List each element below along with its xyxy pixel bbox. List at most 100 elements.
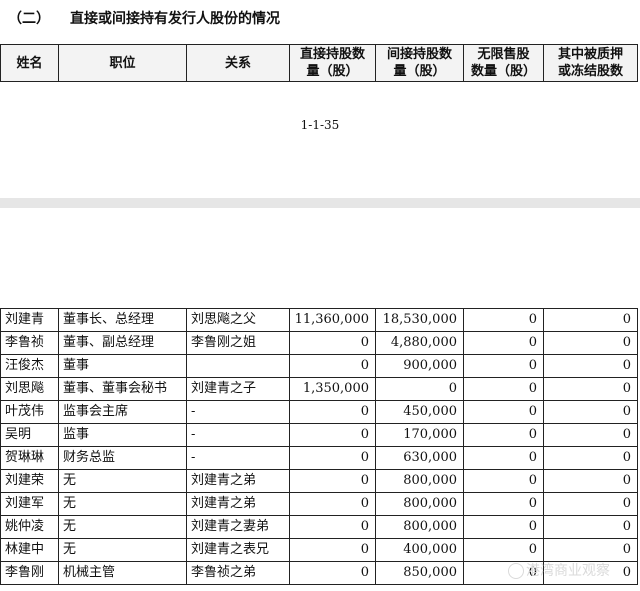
cell-pledged-shares: 0 xyxy=(543,331,638,355)
page-break-band xyxy=(0,198,640,208)
cell-unrestricted-shares: 0 xyxy=(463,538,544,562)
header-relation: 关系 xyxy=(186,44,290,82)
watermark-text: 港湾商业观察 xyxy=(526,563,610,579)
table-row: 叶茂伟 监事会主席 -0 450,000 0 0 xyxy=(0,400,638,424)
table-row: 刘思飚 董事、董事会秘书 刘建青之子 1,350,000 0 0 0 xyxy=(0,377,638,401)
cell-indirect-shares: 400,000 xyxy=(375,538,464,562)
cell-position: 机械主管 xyxy=(58,561,187,585)
cell-unrestricted-shares: 0 xyxy=(463,308,544,332)
shareholding-table: 刘建青 董事长、总经理 刘思飚之父 11,360,000 18,530,000 0 0 李鲁祯… xyxy=(0,308,638,585)
table-row: 刘建军无刘建青之弟 0 800,000 0 0 xyxy=(0,492,638,516)
cell-direct-shares: 11,360,000 xyxy=(289,308,376,332)
cell-unrestricted-shares: 0 xyxy=(463,354,544,378)
cell-name: 李鲁刚 xyxy=(0,561,59,585)
cell-relation: 刘建青之妻弟 xyxy=(186,515,290,539)
cell-direct-shares: 0 xyxy=(289,469,376,493)
cell-name: 刘建军 xyxy=(0,492,59,516)
cell-direct-shares: 0 xyxy=(289,538,376,562)
table-row: 刘建荣无刘建青之弟 0 800,000 0 0 xyxy=(0,469,638,493)
header-pledged-shares: 其中被质押 或冻结股数 xyxy=(543,44,638,82)
cell-direct-shares: 0 xyxy=(289,423,376,447)
cell-relation: 刘思飚之父 xyxy=(186,308,290,332)
cell-indirect-shares: 18,530,000 xyxy=(375,308,464,332)
cell-unrestricted-shares: 0 xyxy=(463,446,544,470)
header-indirect-shares: 间接持股数 量（股） xyxy=(375,44,464,82)
cell-position: 董事 xyxy=(58,354,187,378)
cell-unrestricted-shares: 0 xyxy=(463,331,544,355)
table-row: 汪俊杰 董事 0 900,000 0 0 xyxy=(0,354,638,378)
cell-indirect-shares: 450,000 xyxy=(375,400,464,424)
cell-direct-shares: 0 xyxy=(289,331,376,355)
cell-position: 董事长、总经理 xyxy=(58,308,187,332)
header-direct-shares: 直接持股数 量（股） xyxy=(289,44,376,82)
cell-pledged-shares: 0 xyxy=(543,538,638,562)
cell-direct-shares: 0 xyxy=(289,515,376,539)
header-row: 姓名 职位 关系 直接持股数 量（股） 间接持股数 量（股） 无限售股 数量（股） 其… xyxy=(0,44,638,82)
cell-name: 李鲁祯 xyxy=(0,331,59,355)
cell-relation xyxy=(186,354,290,378)
cell-unrestricted-shares: 0 xyxy=(463,377,544,401)
cell-position: 监事会主席 xyxy=(58,400,187,424)
cell-pledged-shares: 0 xyxy=(543,423,638,447)
cell-name: 汪俊杰 xyxy=(0,354,59,378)
cell-position: 无 xyxy=(58,469,187,493)
cell-pledged-shares: 0 xyxy=(543,469,638,493)
cell-relation: 李鲁祯之弟 xyxy=(186,561,290,585)
cell-relation: - xyxy=(186,446,290,470)
watermark-logo-icon xyxy=(508,563,524,579)
cell-pledged-shares: 0 xyxy=(543,492,638,516)
cell-indirect-shares: 0 xyxy=(375,377,464,401)
cell-position: 董事、董事会秘书 xyxy=(58,377,187,401)
cell-indirect-shares: 630,000 xyxy=(375,446,464,470)
cell-relation: 刘建青之弟 xyxy=(186,469,290,493)
cell-unrestricted-shares: 0 xyxy=(463,515,544,539)
cell-pledged-shares: 0 xyxy=(543,354,638,378)
cell-position: 无 xyxy=(58,515,187,539)
cell-indirect-shares: 850,000 xyxy=(375,561,464,585)
section-heading: 直接或间接持有发行人股份的情况 xyxy=(70,11,280,27)
cell-position: 董事、副总经理 xyxy=(58,331,187,355)
cell-relation: 李鲁刚之姐 xyxy=(186,331,290,355)
cell-name: 贺琳琳 xyxy=(0,446,59,470)
cell-name: 林建中 xyxy=(0,538,59,562)
cell-relation: 刘建青之子 xyxy=(186,377,290,401)
cell-name: 吴明 xyxy=(0,423,59,447)
cell-indirect-shares: 800,000 xyxy=(375,515,464,539)
section-title: （二） 直接或间接持有发行人股份的情况 xyxy=(8,8,280,28)
page-number: 1-1-35 xyxy=(300,118,340,132)
cell-pledged-shares: 0 xyxy=(543,446,638,470)
table-row: 贺琳琳 财务总监 -0 630,000 0 0 xyxy=(0,446,638,470)
cell-relation: - xyxy=(186,400,290,424)
cell-pledged-shares: 0 xyxy=(543,377,638,401)
cell-pledged-shares: 0 xyxy=(543,515,638,539)
cell-direct-shares: 0 xyxy=(289,446,376,470)
cell-unrestricted-shares: 0 xyxy=(463,400,544,424)
cell-relation: 刘建青之表兄 xyxy=(186,538,290,562)
cell-name: 姚仲凌 xyxy=(0,515,59,539)
cell-indirect-shares: 900,000 xyxy=(375,354,464,378)
cell-position: 监事 xyxy=(58,423,187,447)
header-name: 姓名 xyxy=(0,44,59,82)
cell-direct-shares: 0 xyxy=(289,561,376,585)
table-body: 刘建青 董事长、总经理 刘思飚之父 11,360,000 18,530,000 0 0 李鲁祯… xyxy=(0,308,638,585)
cell-indirect-shares: 170,000 xyxy=(375,423,464,447)
table-row: 李鲁祯 董事、副总经理 李鲁刚之姐 0 4,880,000 0 0 xyxy=(0,331,638,355)
cell-indirect-shares: 800,000 xyxy=(375,492,464,516)
cell-direct-shares: 0 xyxy=(289,492,376,516)
table-row: 林建中无刘建青之表兄 0 400,000 0 0 xyxy=(0,538,638,562)
cell-unrestricted-shares: 0 xyxy=(463,492,544,516)
cell-position: 无 xyxy=(58,538,187,562)
cell-name: 刘建荣 xyxy=(0,469,59,493)
header-position: 职位 xyxy=(58,44,187,82)
cell-unrestricted-shares: 0 xyxy=(463,423,544,447)
cell-direct-shares: 0 xyxy=(289,400,376,424)
table-row: 吴明 监事 -0 170,000 0 0 xyxy=(0,423,638,447)
cell-position: 无 xyxy=(58,492,187,516)
header-table: 姓名 职位 关系 直接持股数 量（股） 间接持股数 量（股） 无限售股 数量（股） 其… xyxy=(0,44,638,82)
cell-direct-shares: 1,350,000 xyxy=(289,377,376,401)
table-row: 姚仲凌无刘建青之妻弟 0 800,000 0 0 xyxy=(0,515,638,539)
header-unrestricted-shares: 无限售股 数量（股） xyxy=(463,44,544,82)
cell-pledged-shares: 0 xyxy=(543,400,638,424)
cell-indirect-shares: 800,000 xyxy=(375,469,464,493)
cell-relation: - xyxy=(186,423,290,447)
